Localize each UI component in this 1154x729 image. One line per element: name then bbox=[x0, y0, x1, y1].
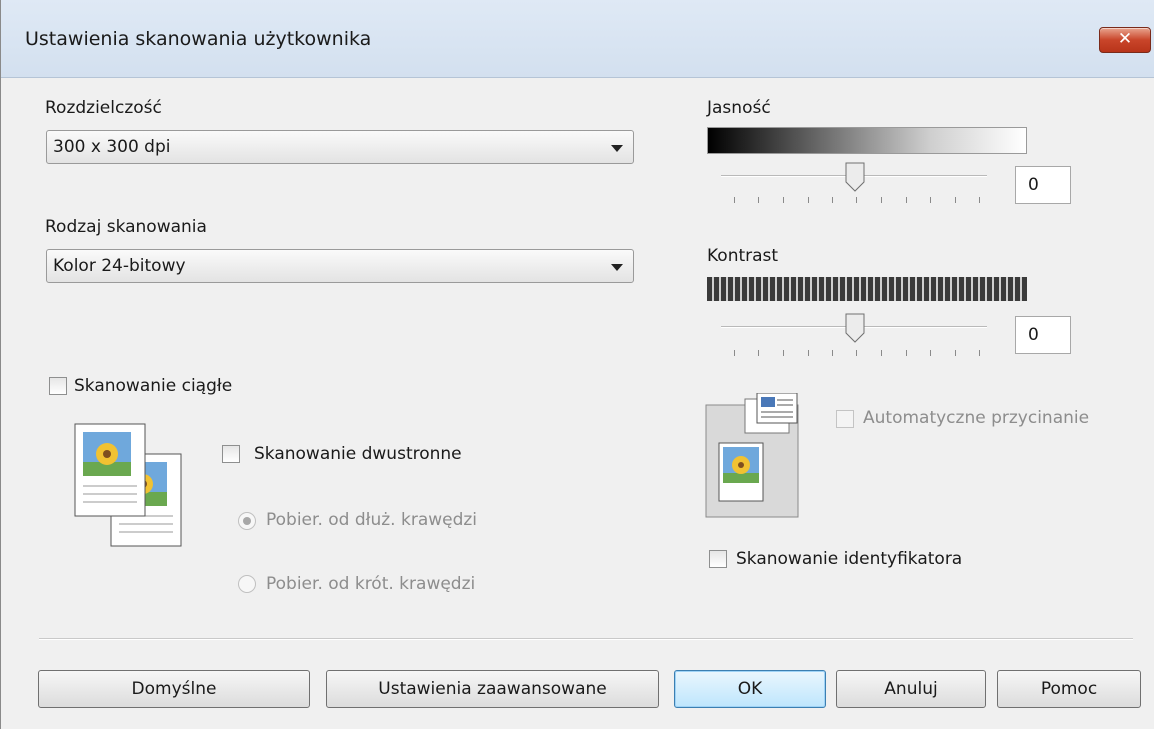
resolution-label: Rozdzielczość bbox=[45, 98, 162, 118]
auto-crop-label: Automatyczne przycinanie bbox=[863, 408, 1090, 428]
dialog-body: Rozdzielczość 300 x 300 dpi Rodzaj skano… bbox=[1, 79, 1154, 729]
scan-type-label: Rodzaj skanowania bbox=[45, 217, 207, 237]
chevron-down-icon bbox=[611, 264, 623, 271]
title-bar[interactable]: Ustawienia skanowania użytkownika ✕ bbox=[1, 0, 1154, 78]
ok-button[interactable]: OK bbox=[674, 670, 826, 708]
window-title: Ustawienia skanowania użytkownika bbox=[25, 28, 372, 50]
contrast-pattern bbox=[707, 277, 1027, 301]
contrast-value-field[interactable]: 0 bbox=[1015, 316, 1071, 354]
brightness-slider-thumb[interactable] bbox=[845, 162, 865, 192]
duplex-scan-label: Skanowanie dwustronne bbox=[254, 444, 462, 464]
scan-type-dropdown[interactable]: Kolor 24-bitowy bbox=[46, 249, 634, 283]
id-card-scan-label: Skanowanie identyfikatora bbox=[736, 549, 963, 569]
id-card-scan-checkbox[interactable] bbox=[709, 550, 727, 568]
short-edge-label: Pobier. od krót. krawędzi bbox=[266, 574, 476, 594]
advanced-settings-button[interactable]: Ustawienia zaawansowane bbox=[326, 670, 659, 708]
long-edge-radio[interactable] bbox=[238, 512, 256, 530]
contrast-label: Kontrast bbox=[707, 246, 779, 266]
continuous-scan-checkbox[interactable] bbox=[49, 377, 67, 395]
duplex-pages-icon bbox=[74, 423, 182, 547]
long-edge-label: Pobier. od dłuż. krawędzi bbox=[266, 510, 478, 530]
brightness-gradient bbox=[707, 127, 1027, 154]
brightness-ticks bbox=[734, 197, 984, 205]
contrast-value: 0 bbox=[1028, 325, 1039, 345]
defaults-button[interactable]: Domyślne bbox=[38, 670, 310, 708]
contrast-slider-thumb[interactable] bbox=[845, 313, 865, 343]
resolution-value: 300 x 300 dpi bbox=[53, 137, 171, 157]
close-button[interactable]: ✕ bbox=[1099, 27, 1151, 53]
contrast-ticks bbox=[734, 350, 984, 358]
resolution-dropdown[interactable]: 300 x 300 dpi bbox=[46, 130, 634, 164]
help-button[interactable]: Pomoc bbox=[997, 670, 1141, 708]
brightness-label: Jasność bbox=[707, 98, 771, 118]
short-edge-radio[interactable] bbox=[238, 575, 256, 593]
brightness-value: 0 bbox=[1028, 175, 1039, 195]
cancel-button[interactable]: Anuluj bbox=[836, 670, 986, 708]
brightness-value-field[interactable]: 0 bbox=[1015, 166, 1071, 204]
auto-crop-icon bbox=[705, 393, 799, 518]
auto-crop-checkbox[interactable] bbox=[836, 410, 854, 428]
divider bbox=[39, 638, 1133, 640]
duplex-scan-checkbox[interactable] bbox=[222, 445, 240, 463]
scan-settings-dialog: Ustawienia skanowania użytkownika ✕ Rozd… bbox=[0, 0, 1154, 729]
continuous-scan-label: Skanowanie ciągłe bbox=[74, 376, 233, 396]
scan-type-value: Kolor 24-bitowy bbox=[53, 256, 186, 276]
chevron-down-icon bbox=[611, 145, 623, 152]
